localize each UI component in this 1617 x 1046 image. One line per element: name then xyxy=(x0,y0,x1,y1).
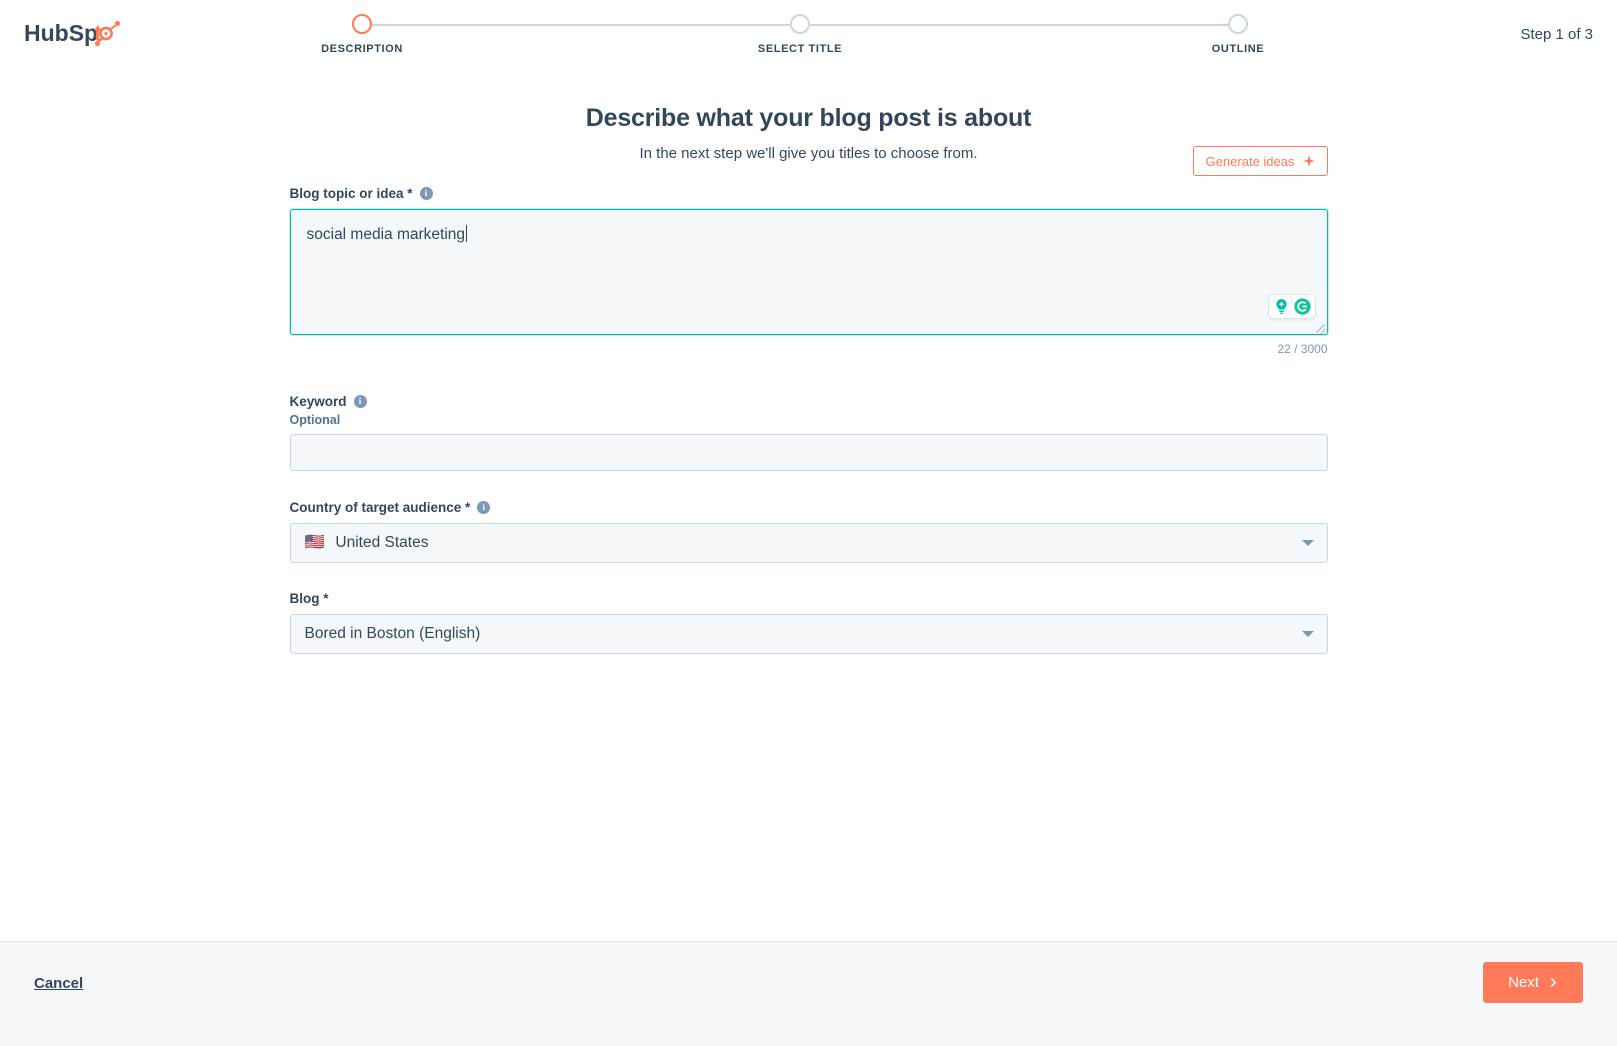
blog-post-wizard-page: HubSp t DESCRIPTION SELECT TITLE OUTLINE… xyxy=(0,0,1617,1046)
info-icon[interactable]: i xyxy=(419,187,433,200)
app-header: HubSp t DESCRIPTION SELECT TITLE OUTLINE… xyxy=(0,0,1617,70)
svg-text:HubSp: HubSp xyxy=(24,20,98,46)
stepper-step-description[interactable]: DESCRIPTION xyxy=(282,14,442,55)
step-progress-text: Step 1 of 3 xyxy=(1520,26,1593,43)
blog-select[interactable]: Bored in Boston (English) xyxy=(289,614,1328,654)
keyword-label-row: Keyword i xyxy=(290,394,1328,409)
blog-selected-value: Bored in Boston (English) xyxy=(304,625,481,642)
stepper-step-label: OUTLINE xyxy=(1211,43,1265,55)
step-dot-icon xyxy=(352,14,372,34)
hubspot-logo[interactable]: HubSp t xyxy=(24,14,139,54)
chevron-down-icon[interactable] xyxy=(1301,540,1314,546)
country-label: Country of target audience * xyxy=(289,500,471,515)
next-button-label: Next xyxy=(1508,974,1539,991)
stepper-step-label: DESCRIPTION xyxy=(321,43,403,55)
keyword-label: Keyword xyxy=(289,394,347,409)
stepper-step-label: SELECT TITLE xyxy=(757,43,843,55)
field-blog-topic: Blog topic or idea * i social media mark… xyxy=(289,186,1328,356)
blog-label-row: Blog * xyxy=(290,591,1328,606)
blog-description-form: Generate ideas Blog topic or idea * i so… xyxy=(289,146,1328,654)
info-icon[interactable]: i xyxy=(353,395,367,408)
next-button[interactable]: Next xyxy=(1483,962,1583,1003)
page-title: Describe what your blog post is about xyxy=(585,104,1032,132)
blog-topic-label-row: Blog topic or idea * i xyxy=(290,186,1328,201)
wizard-footer: Cancel Next xyxy=(0,941,1617,1046)
blog-topic-label: Blog topic or idea * xyxy=(289,186,413,201)
blog-topic-input[interactable] xyxy=(289,209,1328,335)
blog-select-wrap: Bored in Boston (English) xyxy=(289,614,1328,654)
main-content: Describe what your blog post is about In… xyxy=(0,70,1617,654)
us-flag-icon: 🇺🇸 xyxy=(304,534,325,551)
blog-label: Blog * xyxy=(289,591,329,606)
generate-ideas-label: Generate ideas xyxy=(1205,153,1295,169)
country-selected-value: United States xyxy=(335,534,429,551)
country-label-row: Country of target audience * i xyxy=(290,500,1328,515)
editor-assistant-icons xyxy=(1267,294,1316,319)
lightbulb-icon[interactable] xyxy=(1272,297,1291,316)
blog-topic-textarea-wrap xyxy=(289,209,1328,335)
country-select-wrap: 🇺🇸 United States xyxy=(289,523,1328,563)
page-subtitle: In the next step we'll give you titles t… xyxy=(639,145,978,162)
wizard-stepper: DESCRIPTION SELECT TITLE OUTLINE xyxy=(321,14,1264,64)
keyword-input[interactable] xyxy=(289,434,1328,471)
chevron-down-icon[interactable] xyxy=(1301,631,1314,637)
sparkle-icon xyxy=(1302,155,1315,167)
step-dot-icon xyxy=(1228,14,1248,34)
cancel-button[interactable]: Cancel xyxy=(34,975,83,992)
keyword-optional-label: Optional xyxy=(289,413,341,427)
stepper-step-select-title[interactable]: SELECT TITLE xyxy=(720,14,880,55)
field-blog: Blog * Bored in Boston (English) xyxy=(289,591,1328,654)
field-country: Country of target audience * i 🇺🇸 United… xyxy=(289,500,1328,563)
info-icon[interactable]: i xyxy=(477,501,491,514)
chevron-right-icon xyxy=(1550,978,1556,987)
generate-ideas-button[interactable]: Generate ideas xyxy=(1192,146,1328,176)
character-counter: 22 / 3000 xyxy=(1277,342,1328,356)
step-dot-icon xyxy=(790,14,810,34)
country-select[interactable]: 🇺🇸 United States xyxy=(289,523,1328,563)
hubspot-logo-icon: HubSp t xyxy=(24,20,121,47)
grammarly-icon[interactable] xyxy=(1293,297,1312,316)
stepper-step-outline[interactable]: OUTLINE xyxy=(1158,14,1318,55)
field-keyword: Keyword i Optional xyxy=(289,394,1328,471)
